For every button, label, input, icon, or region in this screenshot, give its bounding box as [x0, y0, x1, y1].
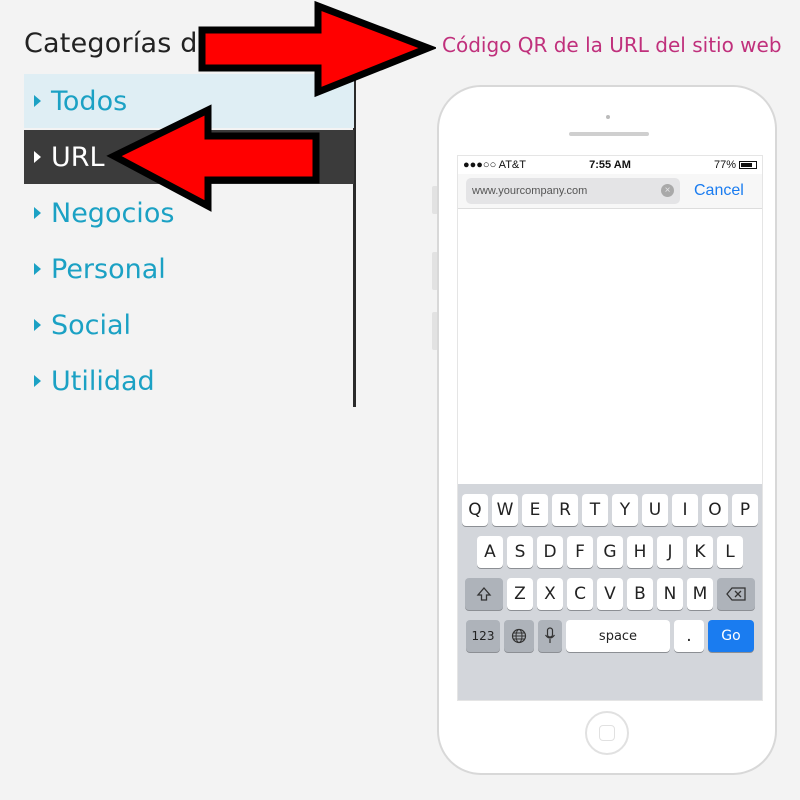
backspace-icon	[726, 587, 746, 601]
keyboard-row-3: Z X C V B N M	[458, 578, 762, 610]
triangle-right-icon	[34, 95, 41, 107]
arrow-left-to-url-icon	[106, 104, 320, 212]
shift-icon	[476, 587, 492, 601]
key[interactable]: M	[687, 578, 713, 610]
key[interactable]: K	[687, 536, 713, 568]
key[interactable]: I	[672, 494, 698, 526]
key[interactable]: Y	[612, 494, 638, 526]
qr-caption: Código QR de la URL del sitio web	[442, 33, 782, 57]
category-item-utilidad[interactable]: Utilidad	[24, 354, 354, 408]
triangle-right-icon	[34, 151, 41, 163]
category-label: Personal	[51, 253, 166, 285]
keyboard-row-4: 123 space . Go	[458, 620, 762, 652]
battery-percent: 77%	[713, 159, 736, 171]
numbers-key[interactable]: 123	[466, 620, 500, 652]
key[interactable]: D	[537, 536, 563, 568]
globe-key[interactable]	[504, 620, 534, 652]
microphone-icon	[545, 627, 555, 643]
key[interactable]: H	[627, 536, 653, 568]
cancel-button[interactable]: Cancel	[694, 182, 744, 200]
shift-key[interactable]	[465, 578, 503, 610]
key[interactable]: G	[597, 536, 623, 568]
phone-speaker	[569, 132, 649, 136]
keyboard-row-2: A S D F G H J K L	[458, 536, 762, 568]
url-text: www.yourcompany.com	[472, 185, 588, 197]
phone-screen: ●●●○○ AT&T 7:55 AM 77% www.yourcompany.c…	[457, 155, 763, 701]
key[interactable]: V	[597, 578, 623, 610]
clear-icon[interactable]: ×	[661, 184, 674, 197]
keyboard-row-1: Q W E R T Y U I O P	[458, 494, 762, 526]
category-item-personal[interactable]: Personal	[24, 242, 354, 296]
category-item-social[interactable]: Social	[24, 298, 354, 352]
key[interactable]: T	[582, 494, 608, 526]
battery-icon	[739, 161, 757, 169]
key[interactable]: Z	[507, 578, 533, 610]
triangle-right-icon	[34, 319, 41, 331]
go-key[interactable]: Go	[708, 620, 754, 652]
key[interactable]: C	[567, 578, 593, 610]
key[interactable]: O	[702, 494, 728, 526]
triangle-right-icon	[34, 375, 41, 387]
url-input[interactable]: www.yourcompany.com ×	[466, 178, 680, 204]
category-label: URL	[51, 141, 105, 173]
microphone-key[interactable]	[538, 620, 562, 652]
key[interactable]: U	[642, 494, 668, 526]
globe-icon	[511, 628, 527, 644]
key[interactable]: R	[552, 494, 578, 526]
key[interactable]: X	[537, 578, 563, 610]
key[interactable]: L	[717, 536, 743, 568]
key[interactable]: A	[477, 536, 503, 568]
key[interactable]: E	[522, 494, 548, 526]
category-label: Social	[51, 309, 132, 341]
category-label: Utilidad	[51, 365, 155, 397]
categories-heading: Categorías de	[24, 28, 215, 59]
key[interactable]: W	[492, 494, 518, 526]
phone-mockup: ●●●○○ AT&T 7:55 AM 77% www.yourcompany.c…	[437, 85, 777, 775]
backspace-key[interactable]	[717, 578, 755, 610]
key[interactable]: J	[657, 536, 683, 568]
space-key[interactable]: space	[566, 620, 670, 652]
key[interactable]: F	[567, 536, 593, 568]
keyboard: Q W E R T Y U I O P A S D F G H J K L Z …	[458, 484, 762, 700]
key[interactable]: S	[507, 536, 533, 568]
web-content-area	[458, 209, 762, 479]
key[interactable]: Q	[462, 494, 488, 526]
key[interactable]: B	[627, 578, 653, 610]
phone-camera	[606, 115, 610, 119]
triangle-right-icon	[34, 207, 41, 219]
triangle-right-icon	[34, 263, 41, 275]
address-bar: www.yourcompany.com × Cancel	[458, 174, 762, 209]
arrow-right-to-caption-icon	[198, 0, 436, 98]
key[interactable]: N	[657, 578, 683, 610]
battery-indicator: 77%	[714, 159, 757, 171]
status-bar: ●●●○○ AT&T 7:55 AM 77%	[458, 156, 762, 174]
home-button[interactable]	[585, 711, 629, 755]
key[interactable]: P	[732, 494, 758, 526]
period-key[interactable]: .	[674, 620, 704, 652]
